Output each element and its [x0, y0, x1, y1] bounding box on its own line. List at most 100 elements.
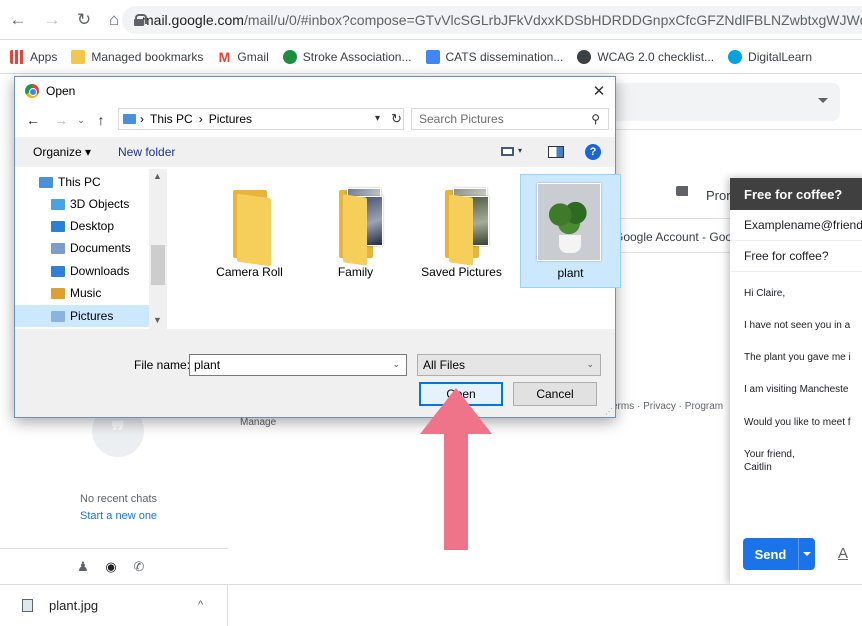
body-line[interactable]: Hi Claire, [744, 288, 785, 299]
body-line[interactable]: Would you like to meet f [744, 417, 851, 428]
nav-scrollbar[interactable]: ▲ ▼ [149, 169, 167, 329]
formatting-options-icon[interactable]: A [838, 545, 848, 562]
address-path[interactable]: › This PC › Pictures ▾ ↻ [118, 108, 404, 130]
forward-icon[interactable]: → [42, 10, 62, 30]
downloads-icon [51, 265, 65, 277]
body-line[interactable]: Caitlin [744, 462, 772, 473]
body-line[interactable]: I am visiting Mancheste [744, 384, 849, 395]
start-chat-link[interactable]: Start a new one [80, 510, 157, 522]
scroll-down-icon[interactable]: ▼ [153, 315, 162, 325]
file-type-select[interactable]: All Files ⌄ [417, 354, 601, 376]
back-icon[interactable]: ← [25, 112, 41, 128]
bookmark-cats[interactable]: CATS dissemination... [425, 49, 564, 64]
bookmark-label: Gmail [237, 49, 269, 64]
view-options-icon[interactable] [501, 147, 514, 156]
url-path: /mail/u/0/#inbox?compose=GTvVlcSGLrbJFkV… [243, 12, 862, 28]
preview-pane-icon[interactable] [548, 146, 564, 158]
bookmark-digitallearn[interactable]: DigitalLearn [728, 49, 812, 64]
mail-search-bar[interactable] [590, 83, 840, 121]
body-line[interactable]: I have not seen you in a [744, 320, 850, 331]
compose-window: Free for coffee? Examplename@friend Free… [730, 178, 862, 584]
forward-icon[interactable]: → [53, 112, 69, 128]
back-icon[interactable]: ← [8, 10, 28, 30]
manage-link[interactable]: Manage [240, 417, 276, 428]
phone-icon[interactable]: ✆ [132, 559, 146, 574]
up-folder-icon[interactable]: ↑ [93, 112, 109, 128]
computer-icon [39, 176, 53, 188]
desktop-icon [51, 220, 65, 232]
nav-item-3d-objects[interactable]: 3D Objects [15, 193, 149, 215]
organize-button[interactable]: Organize ▾ [33, 145, 91, 159]
tab-promotions[interactable]: Pror [706, 188, 731, 203]
subject-field[interactable]: Free for coffee? [730, 241, 862, 272]
file-item-plant[interactable]: plant [520, 174, 621, 288]
bookmark-managed[interactable]: Managed bookmarks [71, 49, 203, 64]
pictures-icon [51, 310, 65, 322]
file-label: Camera Roll [216, 265, 283, 279]
body-line[interactable]: The plant you gave me i [744, 352, 851, 363]
close-icon[interactable]: ✕ [589, 81, 609, 101]
file-label: Saved Pictures [421, 265, 502, 279]
nav-item-documents[interactable]: Documents [15, 237, 149, 259]
scrollbar-thumb[interactable] [151, 245, 165, 285]
file-label: plant [557, 266, 584, 280]
bookmark-gmail[interactable]: M Gmail [217, 49, 269, 64]
send-button[interactable]: Send [743, 538, 815, 570]
body-line[interactable]: Your friend, [744, 449, 795, 460]
refresh-icon[interactable]: ↻ [391, 111, 402, 127]
chevron-up-icon[interactable]: ^ [198, 599, 203, 611]
bookmarks-bar: Apps Managed bookmarks M Gmail Stroke As… [0, 40, 862, 74]
chevron-down-icon[interactable]: ⌄ [392, 359, 400, 370]
footer-links[interactable]: erms · Privacy · Program [612, 401, 723, 412]
file-item-family[interactable]: Family [305, 174, 406, 288]
bookmark-label: Stroke Association... [302, 49, 412, 64]
search-input[interactable]: Search Pictures ⚲ [411, 108, 609, 130]
promotions-tag-icon [676, 186, 688, 196]
bookmark-label: CATS dissemination... [445, 49, 564, 64]
nav-item-this-pc[interactable]: This PC [15, 171, 149, 193]
send-options-icon[interactable] [803, 552, 811, 556]
url-host: mail.google.com [142, 12, 244, 28]
nav-item-music[interactable]: Music [15, 282, 149, 304]
help-icon[interactable]: ? [585, 144, 601, 160]
bookmark-wcag[interactable]: WCAG 2.0 checklist... [577, 49, 714, 64]
chevron-down-icon[interactable]: ▾ [518, 146, 522, 155]
email-row-google-account[interactable]: Google Account - Goo [614, 230, 732, 244]
breadcrumb-this-pc[interactable]: This PC [150, 112, 193, 126]
file-name-input[interactable]: plant ⌄ [189, 354, 407, 376]
divider [616, 129, 862, 130]
file-item-camera-roll[interactable]: Camera Roll [199, 174, 300, 288]
file-type-value: All Files [423, 358, 466, 372]
folder-with-photos-icon [427, 182, 495, 266]
download-item[interactable]: plant.jpg ^ [0, 585, 228, 626]
scroll-up-icon[interactable]: ▲ [153, 171, 162, 181]
chevron-down-icon[interactable]: ▾ [375, 113, 380, 124]
nav-item-downloads[interactable]: Downloads [15, 260, 149, 282]
nav-item-label: Pictures [70, 309, 114, 323]
to-field[interactable]: Examplename@friend [730, 210, 862, 241]
3d-objects-icon [51, 198, 65, 210]
breadcrumb-pictures[interactable]: Pictures [209, 112, 252, 126]
address-bar[interactable]: mail.google.com/mail/u/0/#inbox?compose=… [122, 6, 862, 34]
open-file-dialog: Open ✕ ← → ⌄ ↑ › This PC › Pictures ▾ ↻ … [14, 76, 621, 418]
recent-locations-icon[interactable]: ⌄ [73, 115, 89, 126]
cancel-button[interactable]: Cancel [513, 382, 597, 406]
nav-item-pictures[interactable]: Pictures [15, 305, 149, 327]
file-item-saved-pictures[interactable]: Saved Pictures [411, 174, 512, 288]
bookmark-apps[interactable]: Apps [10, 49, 58, 64]
reload-icon[interactable]: ↻ [74, 10, 94, 30]
nav-item-label: Documents [70, 241, 131, 255]
search-options-icon[interactable] [818, 98, 828, 103]
compose-title[interactable]: Free for coffee? [730, 178, 862, 210]
resize-grip-icon[interactable]: ⋰ [605, 407, 613, 416]
nav-item-label: This PC [58, 175, 101, 189]
folder-with-photos-icon [321, 182, 389, 266]
music-icon [51, 287, 65, 299]
home-icon[interactable]: ⌂ [104, 10, 124, 30]
chat-icon[interactable]: ◉ [104, 559, 118, 574]
person-icon[interactable]: ♟ [76, 559, 90, 574]
bookmark-label: Apps [30, 49, 58, 64]
bookmark-stroke-association[interactable]: Stroke Association... [282, 49, 412, 64]
nav-item-desktop[interactable]: Desktop [15, 215, 149, 237]
new-folder-button[interactable]: New folder [118, 145, 175, 159]
